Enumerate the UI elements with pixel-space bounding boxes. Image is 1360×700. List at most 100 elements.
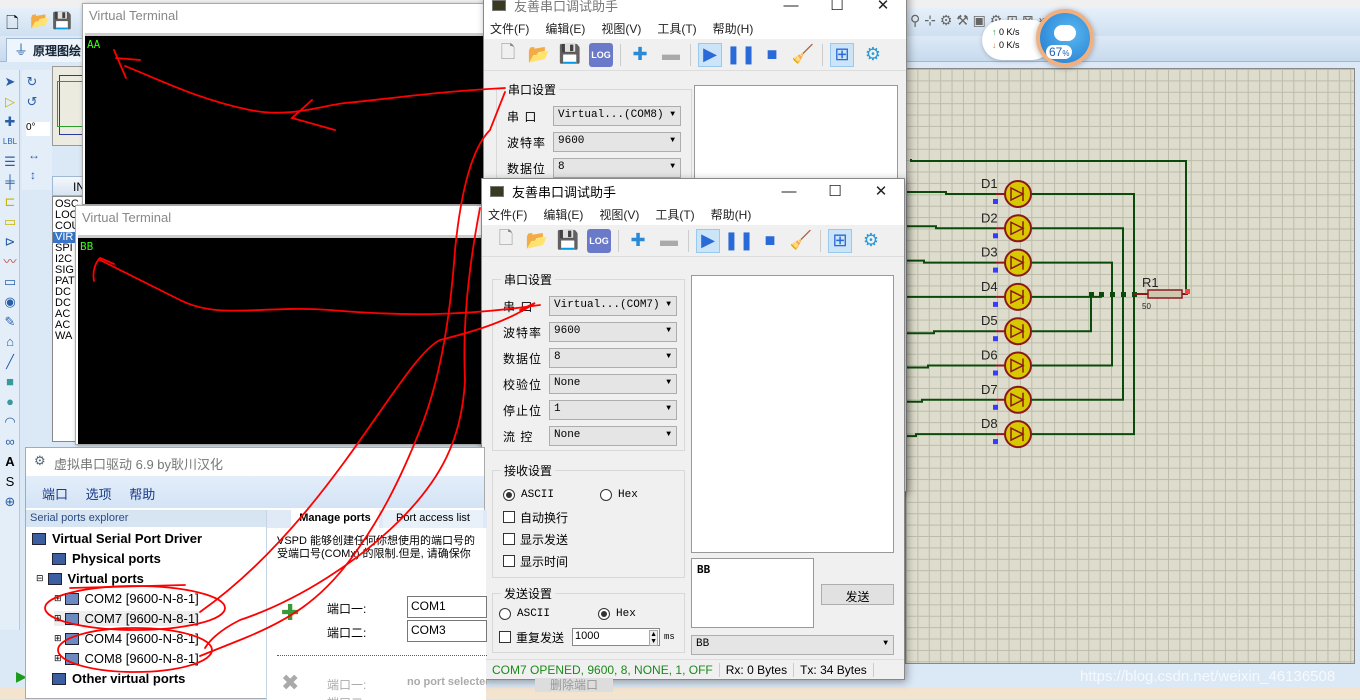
- graph-icon[interactable]: 〰: [2, 254, 18, 270]
- port-setting-select[interactable]: 1: [549, 400, 677, 420]
- line-icon[interactable]: ╱: [2, 354, 18, 370]
- component-icon[interactable]: ▷: [2, 94, 18, 110]
- schematic-canvas[interactable]: D1 D2 D3 D4 D5 D6 D7 D8 R1 50: [905, 68, 1355, 664]
- port-setting-select[interactable]: Virtual...(COM7): [549, 296, 677, 316]
- assistant-com7-titlebar[interactable]: 友善串口调试助手 — ☐ ✕: [482, 179, 904, 203]
- text-icon[interactable]: A: [2, 454, 18, 470]
- delete-pair-icon[interactable]: ✖: [281, 670, 299, 696]
- menu-tools[interactable]: 工具(T): [655, 206, 694, 223]
- tree-other[interactable]: Other virtual ports: [52, 671, 185, 686]
- receive-ascii-radio[interactable]: [503, 489, 515, 501]
- save-icon[interactable]: 💾: [556, 229, 580, 253]
- collapse-icon[interactable]: ⊟: [36, 573, 44, 584]
- menu-help[interactable]: 帮助(H): [713, 20, 754, 37]
- subcircuit-icon[interactable]: ⊏: [2, 194, 18, 210]
- mirror-vertical-icon[interactable]: ↕: [30, 168, 36, 182]
- rotation-input[interactable]: 0°: [26, 122, 50, 136]
- port-select[interactable]: Virtual...(COM8): [553, 106, 681, 126]
- label-icon[interactable]: LBL: [2, 134, 18, 150]
- new-window-icon[interactable]: ⊞: [828, 228, 852, 253]
- interval-spinbox[interactable]: 1000 ▲ ▼: [572, 628, 661, 646]
- send-input[interactable]: BB: [691, 558, 814, 628]
- menu-edit[interactable]: 编辑(E): [543, 206, 583, 223]
- port-setting-select[interactable]: None: [549, 374, 677, 394]
- port-setting-select[interactable]: 8: [549, 348, 677, 368]
- receive-hex-radio[interactable]: [600, 489, 613, 501]
- vspd-titlebar[interactable]: ⚙ 虚拟串口驱动 6.9 by耿川汉化: [26, 448, 484, 476]
- save-icon[interactable]: 💾: [52, 11, 72, 31]
- port1-input[interactable]: COM1: [407, 596, 487, 618]
- open-folder-icon[interactable]: 📂: [30, 11, 50, 31]
- tree-port[interactable]: ⊞ COM2 [9600-N-8-1]: [54, 591, 199, 606]
- broom-clear-icon[interactable]: 🧹: [789, 229, 813, 253]
- receive-area[interactable]: [691, 275, 894, 553]
- tape-icon[interactable]: ▭: [2, 274, 18, 290]
- send-button[interactable]: 发送: [821, 584, 894, 605]
- stop-icon[interactable]: ■: [760, 43, 784, 67]
- expand-icon[interactable]: ⊞: [54, 613, 62, 624]
- settings-gear-icon[interactable]: ⚙: [859, 229, 883, 253]
- baud-select[interactable]: 9600: [553, 132, 681, 152]
- new-window-icon[interactable]: ⊞: [830, 42, 854, 67]
- log-icon[interactable]: LOG: [587, 228, 611, 253]
- settings-gear-icon[interactable]: ⚙: [861, 43, 885, 67]
- rotate-cw-icon[interactable]: ↻: [24, 74, 40, 90]
- repeat-send-checkbox[interactable]: [499, 631, 511, 643]
- databits-select[interactable]: 8: [553, 158, 681, 178]
- spin-arrows-icon[interactable]: ▲ ▼: [649, 630, 659, 646]
- ports-tree[interactable]: Virtual Serial Port Driver Physical port…: [26, 528, 266, 700]
- delete-port-button[interactable]: 删除端口: [535, 678, 613, 692]
- menu-help[interactable]: 帮助(H): [711, 206, 752, 223]
- marker-icon[interactable]: ⊕: [2, 494, 18, 510]
- send-hex-radio[interactable]: [598, 608, 611, 620]
- pause-icon[interactable]: ❚❚: [726, 43, 756, 67]
- circle-icon[interactable]: ●: [2, 394, 18, 410]
- port-setting-select[interactable]: None: [549, 426, 677, 446]
- path-icon[interactable]: ∞: [2, 434, 18, 450]
- new-file-icon[interactable]: 🗋: [496, 42, 520, 67]
- vspd-menu-port[interactable]: 端口: [42, 487, 68, 502]
- show-time-checkbox[interactable]: [503, 555, 515, 567]
- arc-icon[interactable]: ◠: [2, 414, 18, 430]
- port2-input[interactable]: COM3: [407, 620, 487, 642]
- virtual-terminal-a[interactable]: Virtual Terminal AA: [82, 3, 492, 205]
- menu-view[interactable]: 视图(V): [601, 20, 641, 37]
- vspd-menu-options[interactable]: 选项: [86, 487, 112, 502]
- tree-root[interactable]: Virtual Serial Port Driver: [32, 531, 202, 546]
- junction-icon[interactable]: ✚: [2, 114, 18, 130]
- close-button[interactable]: ✕: [860, 0, 906, 14]
- box-icon[interactable]: ■: [2, 374, 18, 390]
- pause-icon[interactable]: ❚❚: [724, 229, 754, 253]
- maximize-button[interactable]: ☐: [814, 0, 860, 14]
- minimize-button[interactable]: —: [766, 183, 812, 200]
- add-icon[interactable]: ✚: [626, 229, 650, 253]
- tree-physical[interactable]: Physical ports: [52, 551, 161, 566]
- assistant-com8-titlebar[interactable]: 友善串口调试助手 — ☐ ✕: [484, 0, 906, 17]
- expand-icon[interactable]: ⊞: [54, 653, 62, 664]
- close-button[interactable]: ✕: [858, 182, 904, 200]
- menu-file[interactable]: 文件(F): [490, 20, 529, 37]
- menu-edit[interactable]: 编辑(E): [545, 20, 585, 37]
- menu-view[interactable]: 视图(V): [599, 206, 639, 223]
- remove-icon[interactable]: ▬: [657, 229, 681, 253]
- terminal-icon[interactable]: ▭: [2, 214, 18, 230]
- auto-wrap-checkbox[interactable]: [503, 511, 515, 523]
- expand-icon[interactable]: ⊞: [54, 633, 62, 644]
- add-icon[interactable]: ✚: [628, 43, 652, 67]
- vspd-window[interactable]: ⚙ 虚拟串口驱动 6.9 by耿川汉化 端口 选项 帮助 Serial port…: [25, 447, 487, 700]
- bus-icon[interactable]: ╪: [2, 174, 18, 190]
- log-icon[interactable]: LOG: [589, 42, 613, 67]
- new-file-icon[interactable]: 🗋: [6, 12, 19, 39]
- virtual-terminal-b[interactable]: Virtual Terminal BB: [75, 205, 492, 445]
- menu-tools[interactable]: 工具(T): [657, 20, 696, 37]
- tab-port-access-list[interactable]: Port access list: [383, 510, 483, 528]
- probe-icon[interactable]: ✎: [2, 314, 18, 330]
- vspd-menu-help[interactable]: 帮助: [129, 487, 155, 502]
- select-arrow-icon[interactable]: ➤: [2, 74, 18, 90]
- show-send-checkbox[interactable]: [503, 533, 515, 545]
- memory-ball-widget[interactable]: 67%: [1036, 9, 1094, 67]
- play-icon[interactable]: ▶: [698, 42, 722, 67]
- broom-clear-icon[interactable]: 🧹: [791, 43, 815, 67]
- menu-file[interactable]: 文件(F): [488, 206, 527, 223]
- tree-port[interactable]: ⊞ COM7 [9600-N-8-1]: [54, 611, 199, 626]
